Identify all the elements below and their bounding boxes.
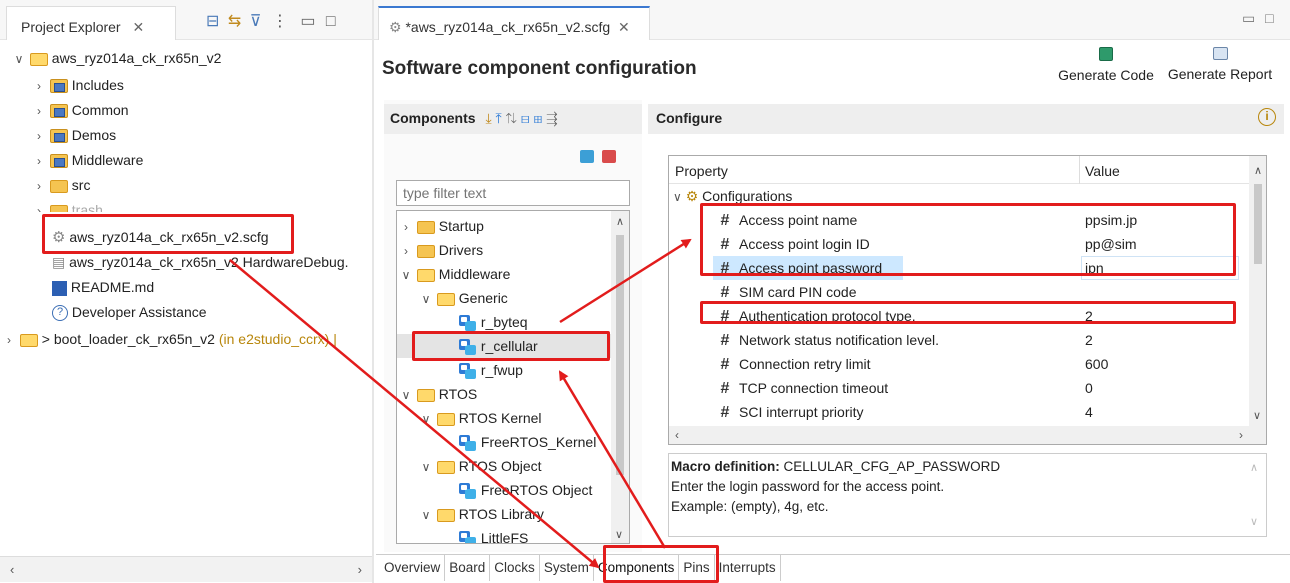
arrow-scfg-to-components-tab bbox=[229, 259, 600, 569]
arrow-r-cellular-to-config bbox=[559, 238, 692, 324]
arrow-components-tab-to-r-cellular bbox=[558, 370, 667, 549]
annotation-arrows bbox=[229, 238, 692, 569]
